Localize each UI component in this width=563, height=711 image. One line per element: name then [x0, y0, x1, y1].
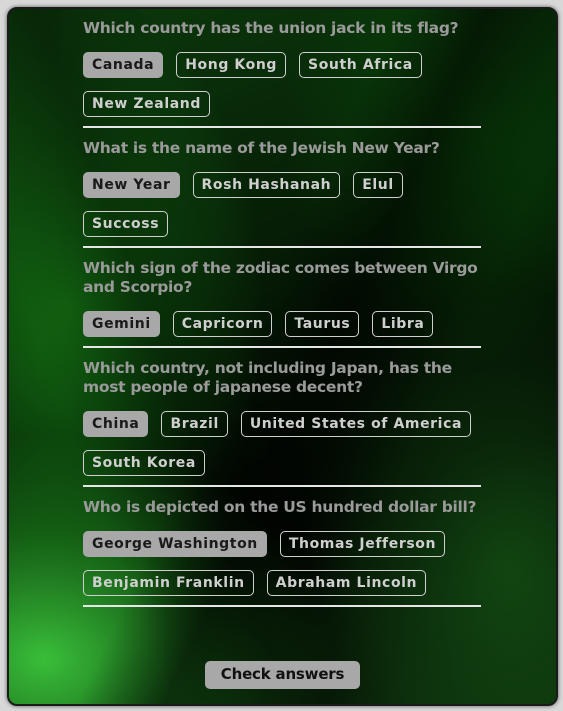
answer-options: Canada Hong Kong South Africa New Zealan…	[83, 52, 481, 117]
answer-option[interactable]: New Zealand	[83, 91, 210, 117]
answer-option[interactable]: Thomas Jefferson	[279, 531, 446, 557]
question-text: What is the name of the Jewish New Year?	[83, 139, 440, 157]
question-text: Which country, not including Japan, has …	[83, 359, 452, 396]
question-text: Which sign of the zodiac comes between V…	[83, 259, 478, 296]
answer-option[interactable]: New Year	[83, 172, 180, 198]
answer-option[interactable]: Gemini	[83, 311, 160, 337]
answer-option[interactable]: Succoss	[83, 211, 169, 237]
quiz-window: Which country has the union jack in its …	[7, 7, 558, 706]
check-answers-bar: Check answers	[9, 661, 556, 689]
answer-option[interactable]: Taurus	[285, 311, 360, 337]
answer-option[interactable]: United States of America	[240, 411, 472, 437]
answer-options: New Year Rosh Hashanah Elul Succoss	[83, 172, 481, 237]
answer-option[interactable]: Libra	[372, 311, 434, 337]
answer-option[interactable]: Canada	[83, 52, 164, 78]
question-block: Who is depicted on the US hundred dollar…	[83, 498, 481, 607]
answer-options: George Washington Thomas Jefferson Benja…	[83, 531, 481, 596]
answer-option[interactable]: China	[83, 411, 149, 437]
answer-option[interactable]: George Washington	[83, 531, 267, 557]
answer-option[interactable]: Elul	[353, 172, 403, 198]
question-text: Which country has the union jack in its …	[83, 19, 459, 37]
answer-option[interactable]: Capricorn	[172, 311, 273, 337]
question-text: Who is depicted on the US hundred dollar…	[83, 498, 477, 516]
answer-option[interactable]: Rosh Hashanah	[192, 172, 341, 198]
answer-option[interactable]: South Korea	[83, 450, 205, 476]
answer-options: Gemini Capricorn Taurus Libra	[83, 311, 481, 337]
question-block: Which country, not including Japan, has …	[83, 359, 481, 487]
quiz-list: Which country has the union jack in its …	[83, 19, 481, 618]
answer-option[interactable]: Brazil	[161, 411, 228, 437]
question-block: Which sign of the zodiac comes between V…	[83, 259, 481, 348]
answer-option[interactable]: Abraham Lincoln	[266, 570, 427, 596]
question-block: Which country has the union jack in its …	[83, 19, 481, 128]
answer-option[interactable]: Benjamin Franklin	[83, 570, 254, 596]
answer-option[interactable]: Hong Kong	[176, 52, 287, 78]
answer-options: China Brazil United States of America So…	[83, 411, 481, 476]
answer-option[interactable]: South Africa	[299, 52, 422, 78]
check-answers-button[interactable]: Check answers	[204, 661, 361, 689]
question-block: What is the name of the Jewish New Year?…	[83, 139, 481, 248]
